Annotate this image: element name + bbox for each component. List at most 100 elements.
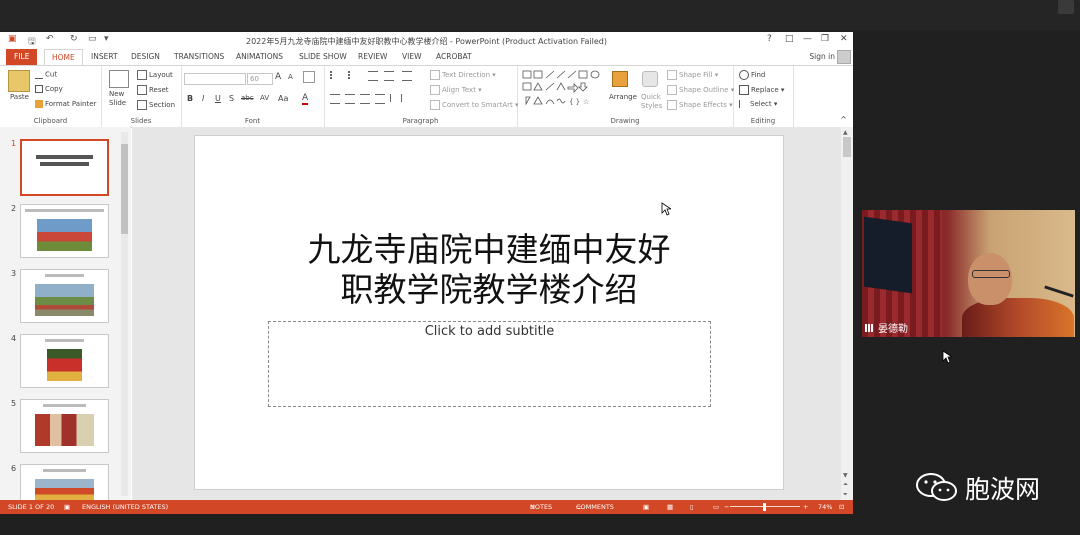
minimize-button[interactable]: —	[803, 34, 812, 44]
paste-icon[interactable]	[8, 70, 30, 92]
shape-effects-button[interactable]: Shape Effects ▾	[667, 100, 733, 110]
align-text-button[interactable]: Align Text ▾	[430, 85, 482, 95]
meeting-menu-button[interactable]	[1058, 0, 1074, 14]
slide-canvas[interactable]: 九龙寺庙院中建缅中友好 职教学院教学楼介绍 Click to add subti…	[194, 135, 784, 490]
align-right-icon[interactable]	[360, 94, 370, 104]
slide-thumbnail-3[interactable]	[20, 269, 109, 323]
bold-button[interactable]: B	[187, 94, 193, 103]
next-slide-icon[interactable]: ⏷	[843, 491, 848, 499]
convert-to-smartart-button[interactable]: Convert to SmartArt ▾	[430, 100, 519, 110]
clipboard-label: Clipboard	[33, 117, 68, 125]
tab-file[interactable]: FILE	[6, 49, 38, 65]
tab-home[interactable]: HOME	[44, 49, 83, 65]
tab-transitions[interactable]: TRANSITIONS	[174, 49, 224, 65]
tab-review[interactable]: REVIEW	[358, 49, 387, 65]
decrease-indent-icon[interactable]	[368, 71, 378, 81]
reset-button[interactable]: Reset	[137, 85, 169, 95]
spell-check-icon[interactable]: ▣	[64, 500, 70, 514]
avatar[interactable]	[837, 50, 851, 64]
slide-number: 5	[11, 399, 17, 408]
zoom-out-icon[interactable]: −	[724, 500, 729, 514]
new-slide-icon[interactable]	[109, 70, 129, 88]
paste-button[interactable]: Paste	[10, 93, 29, 101]
replace-button[interactable]: Replace ▾	[739, 85, 784, 95]
numbering-icon[interactable]	[348, 71, 360, 79]
underline-button[interactable]: U	[215, 94, 221, 103]
language-indicator[interactable]: ENGLISH (UNITED STATES)	[82, 500, 168, 514]
slide-thumbnail-2[interactable]	[20, 204, 109, 258]
slide-scrollbar-thumb[interactable]	[843, 137, 851, 157]
new-slide-button[interactable]: New Slide	[109, 90, 126, 108]
tab-insert[interactable]: INSERT	[91, 49, 118, 65]
slide-thumbnail-1[interactable]	[20, 139, 109, 196]
line-spacing-icon[interactable]	[402, 71, 412, 81]
italic-button[interactable]: I	[202, 94, 204, 103]
font-size-combo[interactable]: 60	[247, 73, 273, 85]
justify-icon[interactable]	[375, 94, 385, 104]
previous-slide-icon[interactable]: ⏶	[843, 481, 848, 489]
close-button[interactable]: ✕	[840, 34, 848, 44]
bullets-icon[interactable]	[330, 71, 342, 79]
columns-icon[interactable]	[390, 94, 402, 102]
font-name-combo[interactable]	[184, 73, 246, 85]
clear-formatting-icon[interactable]	[303, 71, 315, 83]
arrange-icon[interactable]	[612, 71, 628, 87]
zoom-in-icon[interactable]: +	[803, 500, 808, 514]
slide-title[interactable]: 九龙寺庙院中建缅中友好 职教学院教学楼介绍	[195, 230, 783, 310]
normal-view-icon[interactable]: ▣	[643, 500, 649, 514]
cut-button[interactable]: Cut	[35, 70, 57, 79]
restore-button[interactable]: ❐	[821, 34, 829, 44]
tab-slide-show[interactable]: SLIDE SHOW	[299, 49, 347, 65]
quick-styles-button[interactable]: Quick Styles	[641, 93, 662, 111]
strikethrough-button[interactable]: abc	[241, 94, 254, 102]
participant-video[interactable]: 晏德勒	[862, 210, 1075, 337]
arrange-button[interactable]: Arrange	[609, 93, 637, 101]
subtitle-placeholder[interactable]: Click to add subtitle	[268, 321, 711, 407]
copy-button[interactable]: Copy	[35, 85, 63, 93]
zoom-level[interactable]: 74%	[818, 500, 832, 514]
tab-view[interactable]: VIEW	[402, 49, 422, 65]
format-painter-button[interactable]: Format Painter	[35, 100, 96, 108]
shapes-gallery[interactable]: { } ☆	[521, 69, 605, 109]
tab-design[interactable]: DESIGN	[131, 49, 160, 65]
slide-scrollbar[interactable]: ▲ ▼ ⏶ ⏷	[841, 127, 853, 501]
reading-view-icon[interactable]: ▯	[690, 500, 694, 514]
change-case-button[interactable]: Aa	[278, 94, 288, 103]
align-left-icon[interactable]	[330, 94, 340, 104]
slide-thumbnail-6[interactable]	[20, 464, 109, 501]
help-button[interactable]: ?	[767, 34, 772, 44]
slide-thumbnail-4[interactable]	[20, 334, 109, 388]
shape-fill-button[interactable]: Shape Fill ▾	[667, 70, 718, 80]
shrink-font-button[interactable]: A	[288, 73, 293, 81]
grow-font-button[interactable]: A	[275, 72, 281, 82]
tab-acrobat[interactable]: ACROBAT	[436, 49, 472, 65]
sign-in-link[interactable]: Sign in	[809, 49, 835, 65]
layout-button[interactable]: Layout	[137, 70, 173, 80]
font-color-icon[interactable]: A	[302, 93, 309, 105]
slide-show-icon[interactable]: ▭	[713, 500, 719, 514]
text-shadow-button[interactable]: S	[229, 94, 234, 103]
zoom-slider-thumb[interactable]	[763, 503, 766, 511]
text-direction-button[interactable]: Text Direction ▾	[430, 70, 496, 80]
ribbon-display-options-button[interactable]: □	[785, 34, 794, 44]
thumbnail-scrollbar[interactable]	[121, 132, 128, 496]
fit-slide-icon[interactable]: ⊡	[839, 500, 844, 514]
thumbnail-scrollbar-thumb[interactable]	[121, 144, 128, 234]
select-button[interactable]: Select ▾	[739, 100, 777, 108]
increase-indent-icon[interactable]	[384, 71, 394, 81]
scroll-up-icon[interactable]: ▲	[843, 129, 848, 136]
ribbon-tabs: FILE HOME INSERT DESIGN TRANSITIONS ANIM…	[0, 49, 853, 65]
find-button[interactable]: Find	[739, 70, 765, 80]
copy-icon	[35, 85, 43, 93]
collapse-ribbon-icon[interactable]: ^	[840, 115, 847, 124]
slide-sorter-icon[interactable]: ▦	[667, 500, 673, 514]
character-spacing-button[interactable]: AV	[260, 94, 269, 102]
shape-outline-button[interactable]: Shape Outline ▾	[667, 85, 734, 95]
slide-number: 2	[11, 204, 17, 213]
tab-animations[interactable]: ANIMATIONS	[236, 49, 283, 65]
quick-styles-icon[interactable]	[642, 71, 658, 87]
slide-thumbnail-5[interactable]	[20, 399, 109, 453]
align-center-icon[interactable]	[345, 94, 355, 104]
section-button[interactable]: Section	[137, 100, 175, 110]
scroll-down-icon[interactable]: ▼	[843, 472, 848, 479]
